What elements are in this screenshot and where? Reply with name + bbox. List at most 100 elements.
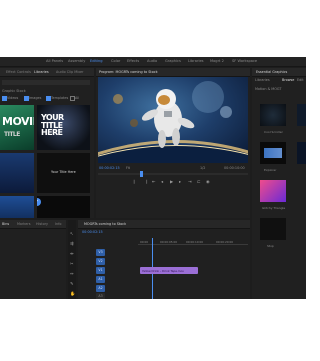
checkbox-label: All	[75, 95, 80, 100]
track-select-icon[interactable]: ⇶	[70, 241, 74, 246]
program-tabbar: Program: MOGRTs coming to Stock	[96, 68, 250, 77]
program-scrubber[interactable]	[98, 171, 248, 177]
thumb-movie-sub: TITLE	[4, 131, 20, 138]
track-target-v1[interactable]: V1	[96, 267, 105, 274]
workspace-tab[interactable]: Graphics	[165, 59, 181, 63]
track-target-a3[interactable]: A3	[96, 293, 105, 299]
timeline-panel: MOGRTs coming to Stock 00:00:02:15 00:00…	[78, 220, 250, 299]
tab-bins[interactable]: Bins	[2, 222, 9, 226]
tab-libraries[interactable]: Libraries	[34, 70, 49, 74]
libraries-label: Libraries	[255, 78, 270, 82]
tab-markers[interactable]: Markers	[17, 222, 31, 226]
template-glitchy-triangle[interactable]	[260, 180, 286, 202]
clip-label: Yellow Drink – Drink Tape.mov	[142, 268, 184, 273]
library-item-your-title[interactable]: YOUR TITLE HERE	[37, 105, 90, 150]
checkmark-icon: ✓	[37, 198, 41, 206]
ripple-edit-icon[interactable]: ⇹	[70, 251, 74, 256]
template-cool-scroller[interactable]	[260, 104, 286, 126]
track-a3: A3	[78, 292, 144, 299]
library-item-blue[interactable]	[0, 153, 34, 193]
tab-info[interactable]: Info	[55, 222, 61, 226]
razor-tool-icon[interactable]: ✂	[70, 261, 74, 266]
filter-label: Graphic Stock	[2, 89, 26, 93]
template-label: Stop	[267, 244, 274, 248]
library-item-partial-2[interactable]: ✓	[37, 196, 90, 218]
template-clean-title[interactable]	[297, 104, 306, 126]
template-drive[interactable]	[297, 142, 306, 164]
libraries-panel: Effect Controls Libraries Audio Clip Mix…	[0, 68, 94, 218]
checkbox-label: Images	[29, 95, 42, 100]
program-fit-select[interactable]: Fit	[126, 166, 130, 170]
library-item-movie-title[interactable]: MOVIE TITLE	[0, 105, 34, 150]
workspace-tab[interactable]: Assembly	[68, 59, 85, 63]
track-target-v2[interactable]: V2	[96, 258, 105, 265]
step-back-icon[interactable]: ◂	[161, 179, 163, 184]
track-target-a2[interactable]: A2	[96, 285, 105, 292]
thumb-movie-text: MOVIE	[2, 115, 34, 128]
timeline-ruler[interactable]	[138, 244, 248, 245]
template-shape	[264, 148, 282, 158]
tools-panel: ↖ ⇶ ⇹ ✂ ↔ ✎ ✋	[68, 220, 76, 299]
sequence-title[interactable]: MOGRTs coming to Stock	[84, 222, 126, 226]
tab-edit[interactable]: Edit	[297, 78, 304, 82]
go-to-out-icon[interactable]: ⇥	[188, 179, 192, 184]
essential-graphics-title[interactable]: Essential Graphics	[256, 70, 287, 74]
library-item-partial-1[interactable]	[0, 196, 34, 218]
template-stop[interactable]	[260, 218, 286, 240]
library-dropdown[interactable]	[2, 80, 90, 85]
tab-effect-controls[interactable]: Effect Controls	[6, 70, 31, 74]
timeline-tabbar: MOGRTs coming to Stock	[78, 220, 250, 229]
template-label: Glitchy Triangle	[262, 206, 286, 210]
export-frame-icon[interactable]: ◉	[206, 179, 210, 184]
program-video-frame[interactable]	[98, 77, 248, 163]
checkbox-label: Videos	[7, 95, 19, 100]
workspace-tab[interactable]: Color	[111, 59, 120, 63]
essential-graphics-panel: Essential Graphics Libraries Browse Edit…	[252, 68, 306, 299]
tab-history[interactable]: History	[36, 222, 48, 226]
track-v3: V3	[78, 248, 144, 257]
playhead[interactable]	[140, 171, 143, 177]
workspace-tab-active[interactable]: Editing	[90, 59, 103, 63]
checkbox-label: Templates	[51, 95, 69, 100]
template-label: Cool Scroller	[264, 130, 283, 134]
workspace-bar: All Panels Assembly Editing Color Effect…	[0, 57, 306, 67]
track-target-a1[interactable]: A1	[96, 276, 105, 283]
motion-label: Motion & MOGT	[255, 87, 282, 91]
sequence-timecode[interactable]: 00:00:02:15	[82, 230, 103, 234]
selection-tool-icon[interactable]: ↖	[70, 231, 74, 236]
pen-tool-icon[interactable]: ✎	[70, 281, 74, 286]
template-label: Explorer	[264, 168, 277, 172]
program-title[interactable]: Program: MOGRTs coming to Stock	[99, 70, 158, 74]
thumb-your-text: Your Title Here	[51, 170, 76, 174]
mark-in-icon[interactable]: ⎸	[134, 179, 138, 184]
go-to-in-icon[interactable]: ⇤	[152, 179, 156, 184]
premiere-window: All Panels Assembly Editing Color Effect…	[0, 57, 306, 299]
workspace-tab[interactable]: Mogrt 2	[210, 59, 224, 63]
template-explorer[interactable]	[260, 142, 286, 164]
workspace-tab[interactable]: Effects	[127, 59, 139, 63]
project-tabbar: Bins Markers History Info	[0, 220, 66, 229]
project-panel: Bins Markers History Info	[0, 220, 66, 299]
tab-audio-clip-mixer[interactable]: Audio Clip Mixer	[56, 70, 83, 74]
track-target-v3[interactable]: V3	[96, 249, 105, 256]
workspace-tab[interactable]: SF Workspace	[232, 59, 257, 63]
library-item-black[interactable]: Your Title Here	[37, 153, 90, 193]
program-monitor: Program: MOGRTs coming to Stock 00:00:02…	[96, 68, 250, 218]
track-v1: V1	[78, 266, 144, 275]
workspace-tab[interactable]: Audio	[147, 59, 157, 63]
track-a1: A1	[78, 275, 144, 284]
program-timecode-current[interactable]: 00:00:02:15	[99, 166, 120, 170]
essential-graphics-tabbar: Essential Graphics	[252, 68, 306, 77]
step-forward-icon[interactable]: ▸	[179, 179, 181, 184]
workspace-tab[interactable]: Libraries	[188, 59, 204, 63]
play-icon[interactable]: ▶	[170, 179, 173, 184]
mark-out-icon[interactable]: ⎹	[143, 179, 147, 184]
workspace-tab[interactable]: All Panels	[46, 59, 63, 63]
tab-browse[interactable]: Browse	[282, 78, 294, 82]
program-timecode-duration: 00:00:10:00	[224, 166, 245, 170]
hand-tool-icon[interactable]: ✋	[70, 291, 75, 296]
timeline-clip[interactable]: Yellow Drink – Drink Tape.mov	[140, 267, 198, 274]
program-resolution-select[interactable]: 1/2	[200, 166, 205, 170]
insert-icon[interactable]: ⊏	[197, 179, 201, 184]
slip-tool-icon[interactable]: ↔	[70, 271, 74, 276]
